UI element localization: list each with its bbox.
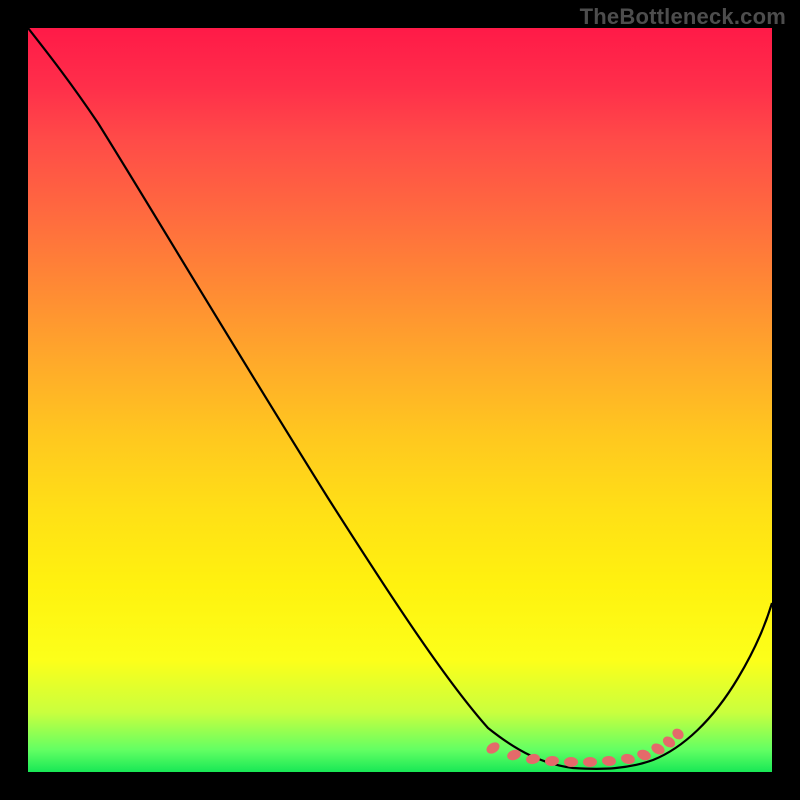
chart-plot-area <box>28 28 772 772</box>
marker-dot <box>583 757 597 767</box>
watermark-text: TheBottleneck.com <box>580 4 786 30</box>
marker-dot <box>484 740 501 756</box>
bottleneck-curve-svg <box>28 28 772 772</box>
marker-dot <box>602 755 617 766</box>
marker-dot <box>564 757 578 767</box>
marker-dot <box>620 753 636 766</box>
chart-frame: TheBottleneck.com <box>0 0 800 800</box>
bottleneck-curve <box>28 28 772 769</box>
